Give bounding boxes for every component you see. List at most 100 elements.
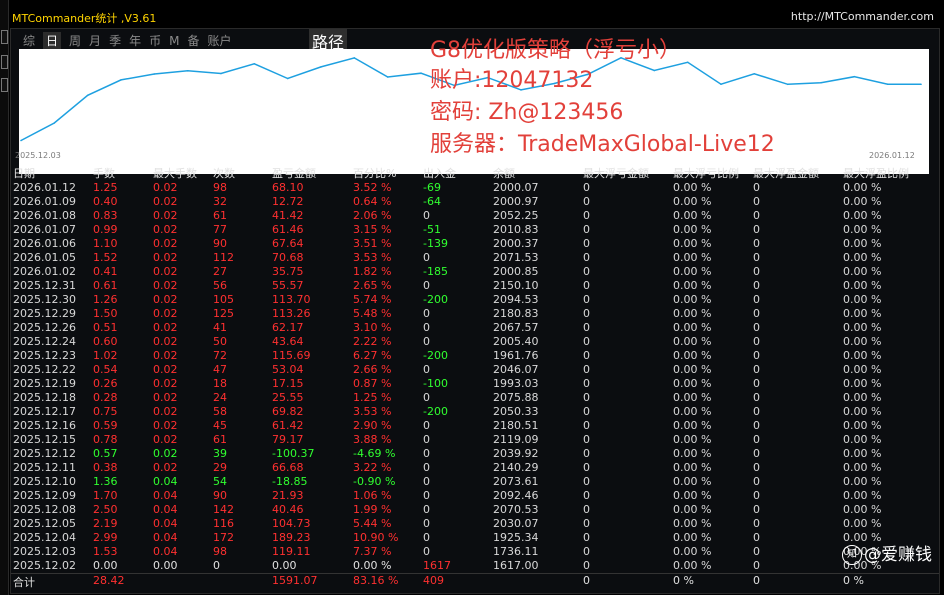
cell-dd-pct: 0.00 % bbox=[673, 559, 712, 572]
column-header[interactable]: 出入金 bbox=[423, 165, 456, 181]
table-row[interactable]: 2026.01.09 0.40 0.02 32 12.72 0.64 % -64 2000.9… bbox=[11, 195, 939, 209]
cell-max-lots: 0.04 bbox=[153, 489, 178, 502]
table-row[interactable]: 2025.12.11 0.38 0.02 29 66.68 3.22 % 0 2140.29 0… bbox=[11, 461, 939, 475]
tab-2[interactable]: 周 bbox=[69, 32, 81, 49]
equity-point-25 bbox=[853, 75, 856, 78]
cell-pnl: 70.68 bbox=[272, 251, 304, 264]
app-title: MTCommander统计 ,V3.61 bbox=[12, 12, 157, 25]
cell-date: 2026.01.09 bbox=[13, 195, 76, 208]
app-url-link[interactable]: http://MTCommander.com bbox=[791, 10, 934, 23]
cell-balance: 2071.53 bbox=[493, 251, 539, 264]
column-header[interactable]: 最大浮盈金额 bbox=[753, 165, 819, 181]
table-row[interactable]: 2026.01.08 0.83 0.02 61 41.42 2.06 % 0 2052.25 0… bbox=[11, 209, 939, 223]
cell-fp-amt: 0 bbox=[753, 419, 760, 432]
cell-fp-pct: 0.00 % bbox=[843, 503, 882, 516]
column-header[interactable]: 百分比% bbox=[353, 165, 396, 181]
cell-pnl: 61.46 bbox=[272, 223, 304, 236]
tab-4[interactable]: 季 bbox=[109, 32, 121, 49]
cell-max-lots: 0.02 bbox=[153, 447, 178, 460]
cell-pct: 3.53 % bbox=[353, 405, 392, 418]
table-row[interactable]: 2025.12.02 0.00 0.00 0 0.00 0.00 % 1617 1617.00… bbox=[11, 559, 939, 573]
cell-dd-pct: 0.00 % bbox=[673, 363, 712, 376]
column-header[interactable]: 最大手数 bbox=[153, 165, 197, 181]
table-row[interactable]: 2025.12.19 0.26 0.02 18 17.15 0.87 % -100 1993.… bbox=[11, 377, 939, 391]
cell-fp-pct: 0.00 % bbox=[843, 293, 882, 306]
panel-toggle-2[interactable] bbox=[1, 55, 8, 69]
zhihu-icon: 知 bbox=[842, 545, 862, 565]
tab-6[interactable]: 币 bbox=[149, 32, 161, 49]
tab-8[interactable]: 备 bbox=[187, 32, 199, 49]
table-row[interactable]: 2025.12.23 1.02 0.02 72 115.69 6.27 % -200 1961… bbox=[11, 349, 939, 363]
table-row[interactable]: 2025.12.29 1.50 0.02 125 113.26 5.48 % 0 2180.8… bbox=[11, 307, 939, 321]
table-row[interactable]: 2026.01.06 1.10 0.02 90 67.64 3.51 % -139 2000.… bbox=[11, 237, 939, 251]
table-row[interactable]: 2025.12.09 1.70 0.04 90 21.93 1.06 % 0 2092.46 0… bbox=[11, 489, 939, 503]
table-row[interactable]: 2025.12.31 0.61 0.02 56 55.57 2.65 % 0 2150.10 0… bbox=[11, 279, 939, 293]
cell-fp-amt: 0 bbox=[753, 293, 760, 306]
cell-lots: 2.99 bbox=[93, 531, 118, 544]
table-row[interactable]: 2025.12.26 0.51 0.02 41 62.17 3.10 % 0 2067.57 0… bbox=[11, 321, 939, 335]
table-row[interactable]: 2025.12.03 1.53 0.04 98 119.11 7.37 % 0 1736.11… bbox=[11, 545, 939, 559]
cell-lots: 0.60 bbox=[93, 335, 118, 348]
table-row[interactable]: 2025.12.15 0.78 0.02 61 79.17 3.88 % 0 2119.09 0… bbox=[11, 433, 939, 447]
column-header[interactable]: 最大浮亏比例 bbox=[673, 165, 739, 181]
table-row[interactable]: 2026.01.07 0.99 0.02 77 61.46 3.15 % -51 2010.8… bbox=[11, 223, 939, 237]
tab-1[interactable]: 日 bbox=[43, 32, 62, 49]
cell-dd-amt: 0 bbox=[583, 293, 590, 306]
table-row[interactable]: 2026.01.02 0.41 0.02 27 35.75 1.82 % -185 2000.… bbox=[11, 265, 939, 279]
panel-toggle-3[interactable] bbox=[1, 78, 8, 92]
table-row[interactable]: 2025.12.08 2.50 0.04 142 40.46 1.99 % 0 2070.53… bbox=[11, 503, 939, 517]
equity-point-9 bbox=[320, 66, 322, 68]
cell-lots: 0.38 bbox=[93, 461, 118, 474]
cell-dd-amt: 0 bbox=[583, 433, 590, 446]
total-pct: 83.16 % bbox=[353, 574, 399, 587]
column-header[interactable]: 盈亏金额 bbox=[272, 165, 316, 181]
tab-0[interactable]: 综 bbox=[23, 32, 35, 49]
column-header[interactable]: 最大浮盈比例 bbox=[843, 165, 909, 181]
cell-flow: -100 bbox=[423, 377, 448, 390]
cell-pnl: 17.15 bbox=[272, 377, 304, 390]
tab-7[interactable]: M bbox=[169, 34, 179, 48]
tab-3[interactable]: 月 bbox=[89, 32, 101, 49]
table-row[interactable]: 2025.12.16 0.59 0.02 45 61.42 2.90 % 0 2180.51 0… bbox=[11, 419, 939, 433]
cell-flow: -69 bbox=[423, 181, 441, 194]
cell-max-lots: 0.02 bbox=[153, 251, 178, 264]
cell-dd-amt: 0 bbox=[583, 391, 590, 404]
cell-dd-pct: 0.00 % bbox=[673, 405, 712, 418]
table-row[interactable]: 2025.12.10 1.36 0.04 54 -18.85 -0.90 % 0 2073.6… bbox=[11, 475, 939, 489]
cell-pct: 0.00 % bbox=[353, 559, 392, 572]
panel-toggle-1[interactable] bbox=[1, 30, 8, 44]
cell-balance: 2073.61 bbox=[493, 475, 539, 488]
tab-9[interactable]: 账户 bbox=[207, 32, 231, 49]
table-row[interactable]: 2025.12.17 0.75 0.02 58 69.82 3.53 % -200 2050.… bbox=[11, 405, 939, 419]
column-header[interactable]: 最大浮亏金额 bbox=[583, 165, 649, 181]
table-row[interactable]: 2025.12.04 2.99 0.04 172 189.23 10.90 % 0 1925.… bbox=[11, 531, 939, 545]
table-row[interactable]: 2025.12.12 0.57 0.02 39 -100.37 -4.69 % 0 2039.… bbox=[11, 447, 939, 461]
cell-count: 98 bbox=[213, 181, 227, 194]
chart-x-start-label: 2025.12.03 bbox=[15, 151, 61, 160]
cell-flow: 0 bbox=[423, 531, 430, 544]
cell-max-lots: 0.02 bbox=[153, 349, 178, 362]
table-row[interactable]: 2025.12.05 2.19 0.04 116 104.73 5.44 % 0 2030.0… bbox=[11, 517, 939, 531]
table-row[interactable]: 2025.12.18 0.28 0.02 24 25.55 1.25 % 0 2075.88 0… bbox=[11, 391, 939, 405]
column-header[interactable]: 手数 bbox=[93, 165, 115, 181]
equity-point-1 bbox=[53, 122, 56, 124]
table-row[interactable]: 2025.12.24 0.60 0.02 50 43.64 2.22 % 0 2005.40 0… bbox=[11, 335, 939, 349]
cell-balance: 2180.83 bbox=[493, 307, 539, 320]
column-header[interactable]: 日期 bbox=[13, 165, 35, 181]
cell-balance: 2000.97 bbox=[493, 195, 539, 208]
column-header[interactable]: 余额 bbox=[493, 165, 515, 181]
equity-point-3 bbox=[120, 79, 122, 81]
table-row[interactable]: 2025.12.30 1.26 0.02 105 113.70 5.74 % -200 209… bbox=[11, 293, 939, 307]
equity-point-2 bbox=[86, 94, 89, 97]
cell-pnl: 113.70 bbox=[272, 293, 311, 306]
cell-dd-pct: 0.00 % bbox=[673, 335, 712, 348]
table-row[interactable]: 2026.01.12 1.25 0.02 98 68.10 3.52 % -69 2000.0… bbox=[11, 181, 939, 195]
cell-max-lots: 0.02 bbox=[153, 377, 178, 390]
table-row[interactable]: 2026.01.05 1.52 0.02 112 70.68 3.53 % 0 2071.53… bbox=[11, 251, 939, 265]
cell-date: 2025.12.24 bbox=[13, 335, 76, 348]
table-row[interactable]: 2025.12.22 0.54 0.02 47 53.04 2.66 % 0 2046.07 0… bbox=[11, 363, 939, 377]
cell-date: 2025.12.17 bbox=[13, 405, 76, 418]
tab-5[interactable]: 年 bbox=[129, 32, 141, 49]
column-header[interactable]: 次数 bbox=[213, 165, 235, 181]
cell-dd-pct: 0.00 % bbox=[673, 223, 712, 236]
